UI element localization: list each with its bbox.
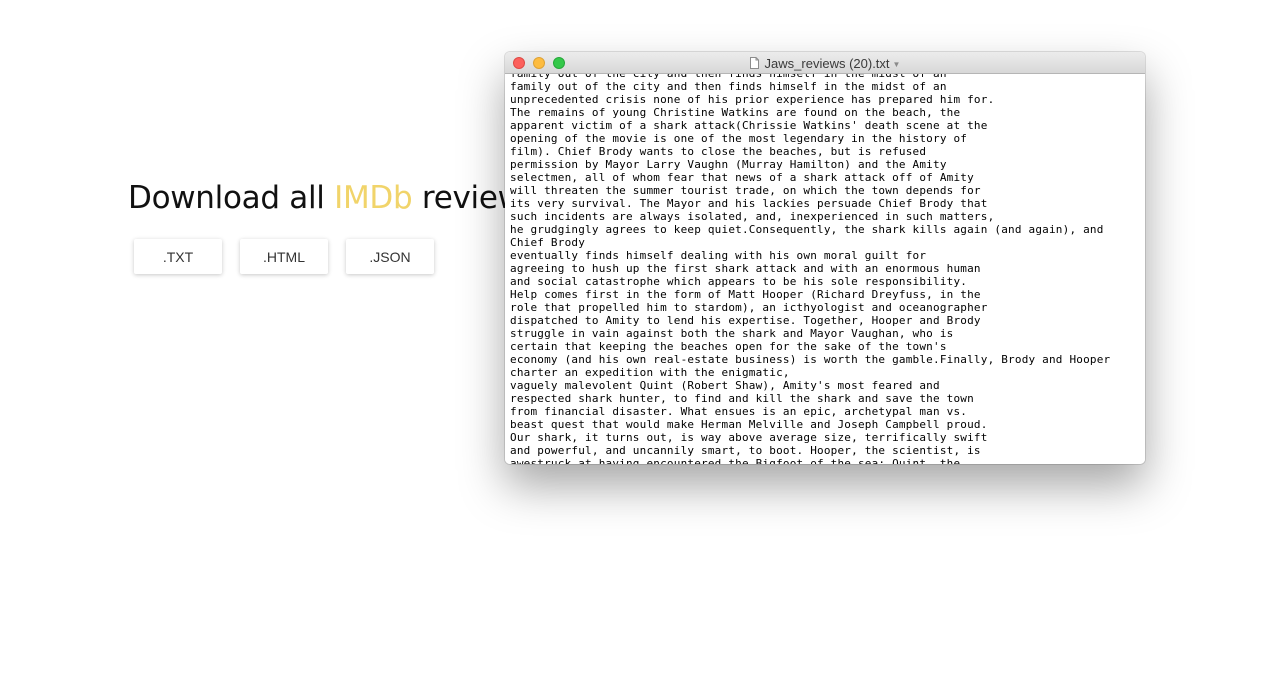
- text-editor-window[interactable]: Jaws_reviews (20).txt ▼ family out of th…: [505, 52, 1145, 464]
- chevron-down-icon[interactable]: ▼: [893, 60, 901, 69]
- text-line: agreeing to hush up the first shark atta…: [510, 262, 981, 275]
- download-html-button[interactable]: .HTML: [240, 239, 328, 274]
- document-content[interactable]: family out of the city and then finds hi…: [505, 74, 1145, 464]
- window-title-group[interactable]: Jaws_reviews (20).txt ▼: [505, 52, 1145, 74]
- text-line: its very survival. The Mayor and his lac…: [510, 197, 988, 210]
- text-line: eventually finds himself dealing with hi…: [510, 249, 927, 262]
- text-line: he grudgingly agrees to keep quiet.Conse…: [510, 223, 1104, 236]
- text-line: beast quest that would make Herman Melvi…: [510, 418, 988, 431]
- text-line: film). Chief Brody wants to close the be…: [510, 145, 927, 158]
- text-line: permission by Mayor Larry Vaughn (Murray…: [510, 158, 947, 171]
- text-line: opening of the movie is one of the most …: [510, 132, 968, 145]
- page: Download all IMDb reviews .TXT .HTML .JS…: [0, 0, 1279, 674]
- text-line: and social catastrophe which appears to …: [510, 275, 968, 288]
- text-line: dispatched to Amity to lend his expertis…: [510, 314, 981, 327]
- document-text[interactable]: family out of the city and then finds hi…: [510, 74, 1140, 464]
- text-line: selectmen, all of whom fear that news of…: [510, 171, 974, 184]
- text-line: role that propelled him to stardom), an …: [510, 301, 988, 314]
- text-line: will threaten the summer tourist trade, …: [510, 184, 981, 197]
- text-line: certain that keeping the beaches open fo…: [510, 340, 947, 353]
- text-line: and powerful, and uncannily smart, to bo…: [510, 444, 981, 457]
- text-line: unprecedented crisis none of his prior e…: [510, 93, 995, 106]
- page-headline: Download all IMDb reviews: [128, 176, 539, 220]
- headline-imdb-accent: IMDb: [334, 180, 413, 216]
- document-icon: [749, 57, 759, 69]
- window-titlebar[interactable]: Jaws_reviews (20).txt ▼: [505, 52, 1145, 74]
- download-txt-button[interactable]: .TXT: [134, 239, 222, 274]
- text-line: Help comes first in the form of Matt Hoo…: [510, 288, 981, 301]
- text-line: awestruck at having encountered the Bigf…: [510, 457, 961, 464]
- window-title: Jaws_reviews (20).txt: [764, 55, 890, 71]
- text-line: The remains of young Christine Watkins a…: [510, 106, 961, 119]
- headline-prefix: Download all: [128, 180, 335, 216]
- text-line: apparent victim of a shark attack(Chriss…: [510, 119, 988, 132]
- text-line: Our shark, it turns out, is way above av…: [510, 431, 988, 444]
- text-line: from financial disaster. What ensues is …: [510, 405, 968, 418]
- text-line: charter an expedition with the enigmatic…: [510, 366, 790, 379]
- text-line: Chief Brody: [510, 236, 586, 249]
- text-line: struggle in vain against both the shark …: [510, 327, 954, 340]
- text-line: respected shark hunter, to find and kill…: [510, 392, 974, 405]
- text-line: economy (and his own real-estate busines…: [510, 353, 1111, 366]
- text-line: such incidents are always isolated, and,…: [510, 210, 995, 223]
- text-line: vaguely malevolent Quint (Robert Shaw), …: [510, 379, 940, 392]
- text-line: family out of the city and then finds hi…: [510, 80, 947, 93]
- download-json-button[interactable]: .JSON: [346, 239, 434, 274]
